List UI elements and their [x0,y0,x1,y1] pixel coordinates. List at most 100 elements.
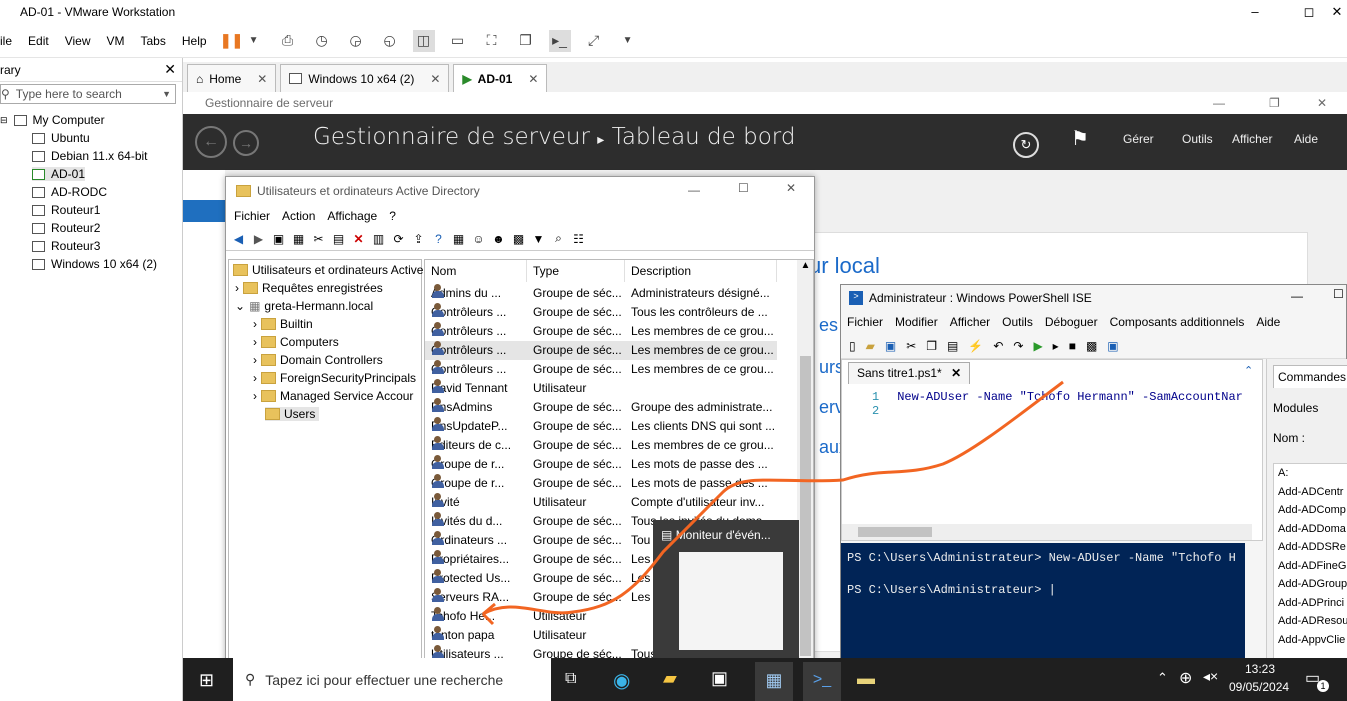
new-ou-icon[interactable]: ▩ [510,230,527,247]
paste-icon[interactable]: ▤ [947,339,958,353]
chevron-down-icon[interactable]: ▼ [162,89,175,99]
menu-vm[interactable]: VM [107,34,125,48]
new-group-icon[interactable]: ☻ [490,230,507,247]
collapse-icon[interactable]: ⊟ [0,115,8,126]
export-icon[interactable]: ⇪ [410,230,427,247]
tab-windows10[interactable]: Windows 10 x64 (2) ✕ [280,64,450,92]
network-icon[interactable]: ⊕ [1179,668,1192,688]
vm-item[interactable]: Routeur2 [32,221,100,235]
minimize-button[interactable]: — [1291,289,1303,303]
menu-modifier[interactable]: Modifier [895,315,938,329]
properties-icon[interactable]: ▥ [370,230,387,247]
file-explorer-icon[interactable]: ▰ [663,668,677,689]
vm-screen[interactable]: Gestionnaire de serveur — ❐ ✕ ← → Gestio… [183,92,1347,701]
menu-addons[interactable]: Composants additionnels [1110,315,1245,329]
undo-icon[interactable]: ↶ [993,339,1003,353]
tree-my-computer[interactable]: ⊟ My Computer [0,113,105,127]
table-row[interactable]: DnsAdmins Groupe de séc... Groupe des admi… [425,398,777,417]
menu-fichier[interactable]: Fichier [234,209,270,223]
forward-icon[interactable]: → [233,130,259,156]
menu-help[interactable]: Help [182,34,207,48]
menu-action[interactable]: Action [282,209,315,223]
server-manager-icon[interactable]: ▣ [711,668,728,689]
close-icon[interactable]: ✕ [257,72,267,86]
snapshot-icon[interactable]: ◷ [311,30,333,52]
vm-item[interactable]: Ubuntu [32,131,90,145]
close-button[interactable]: ✕ [786,181,796,195]
table-row[interactable]: Contrôleurs ... Groupe de séc... Les membr… [425,341,777,360]
table-row[interactable]: Groupe de r... Groupe de séc... Les mots d… [425,455,777,474]
save-icon[interactable]: ▣ [885,339,896,353]
menu-affichage[interactable]: Affichage [327,209,377,223]
vm-item[interactable]: Routeur1 [32,203,100,217]
command-item[interactable]: Add-ADDoma [1278,520,1347,539]
table-row[interactable]: Groupe de r... Groupe de séc... Les mots d… [425,474,777,493]
chevron-right-icon[interactable]: › [253,353,257,367]
tree-view-icon[interactable]: ▦ [290,230,307,247]
command-item[interactable]: Add-ADResou [1278,612,1347,631]
redo-icon[interactable]: ↷ [1013,339,1023,353]
menu-view[interactable]: Afficher [1232,132,1272,146]
menu-fichier[interactable]: Fichier [847,315,883,329]
tree-root[interactable]: Utilisateurs et ordinateurs Active [233,263,423,277]
collapse-icon[interactable]: ⌃ [1244,364,1253,377]
edge-icon[interactable]: ◉ [613,668,630,693]
command-item[interactable]: Add-ADFineG [1278,557,1347,576]
console-view-icon[interactable]: ▸_ [548,29,571,52]
maximize-button[interactable]: ◻ [1296,0,1322,24]
find-icon[interactable]: ⌕ [550,230,567,247]
menu-outils[interactable]: Outils [1002,315,1033,329]
run-selection-icon[interactable]: ▸ [1053,339,1059,353]
chevron-right-icon[interactable]: › [253,371,257,385]
tree-saved-queries[interactable]: › Requêtes enregistrées [235,281,383,295]
menu-help[interactable]: Aide [1294,132,1318,146]
close-icon[interactable]: ✕ [528,72,538,86]
command-item[interactable]: Add-ADCentr [1278,483,1347,502]
table-row[interactable]: David Tennant Utilisateur [425,379,777,398]
unity-icon[interactable]: ❐ [515,30,537,52]
menu-deboguer[interactable]: Déboguer [1045,315,1098,329]
send-ctrl-alt-del-icon[interactable]: ⎙ [277,30,299,52]
volume-icon[interactable]: ◂× [1203,668,1218,685]
aduc-taskbar-icon[interactable]: ▦ [755,662,793,701]
menu-edit[interactable]: Edit [28,34,49,48]
table-row[interactable]: DnsUpdateP... Groupe de séc... Les clients… [425,417,777,436]
minimize-button[interactable]: — [1213,96,1225,110]
fullscreen-icon[interactable]: ⛶ [481,30,503,52]
back-icon[interactable]: ◀ [230,230,247,247]
tree-domain[interactable]: ⌄ ▦ greta-Hermann.local [235,299,373,313]
add-to-group-icon[interactable]: ☷ [570,230,587,247]
command-item[interactable]: A: [1278,464,1347,483]
console-icon[interactable]: ▣ [1107,339,1118,353]
thumbnail-bar-icon[interactable]: ▭ [447,30,469,52]
forward-icon[interactable]: ▶ [250,230,267,247]
library-search[interactable]: ⚲ Type here to search ▼ [0,84,176,104]
vm-item[interactable]: Windows 10 x64 (2) [32,257,157,271]
event-viewer-taskbar-icon[interactable]: ▬ [857,668,875,689]
revert-snapshot-icon[interactable]: ◶ [345,30,367,52]
taskbar-thumbnail[interactable]: ▤ Moniteur d'évén... [653,520,799,660]
copy-icon[interactable]: ❐ [926,339,937,353]
tab-commands[interactable]: Commandes [1273,365,1347,388]
close-icon[interactable]: ✕ [164,61,176,78]
table-row[interactable]: Contrôleurs ... Groupe de séc... Les membr… [425,360,777,379]
chevron-down-icon[interactable]: ▼ [243,30,265,52]
tab-ad01[interactable]: ▶ AD-01 ✕ [453,64,548,92]
command-item[interactable]: Add-ADDSRe [1278,538,1347,557]
menu-view[interactable]: View [65,34,91,48]
refresh-icon[interactable]: ↻ [1013,132,1039,158]
table-row[interactable]: Admins du ... Groupe de séc... Administrat… [425,284,777,303]
pause-icon[interactable]: ❚❚ [220,30,243,52]
table-row[interactable]: Éditeurs de c... Groupe de séc... Les memb… [425,436,777,455]
menu-tools[interactable]: Outils [1182,132,1213,146]
chevron-down-icon[interactable]: ▼ [617,30,639,52]
scroll-thumb[interactable] [800,356,811,656]
chevron-up-icon[interactable]: ⌃ [1157,670,1168,686]
chevron-right-icon[interactable]: › [235,281,239,295]
snapshot-manager-icon[interactable]: ◵ [379,30,401,52]
chevron-down-icon[interactable]: ⌄ [235,299,245,313]
script-tab[interactable]: Sans titre1.ps1* ✕ [848,362,971,384]
clock-time[interactable]: 13:23 [1245,662,1275,676]
stop-icon[interactable]: ■ [1069,339,1076,353]
table-row[interactable]: Contrôleurs ... Groupe de séc... Tous les … [425,303,777,322]
